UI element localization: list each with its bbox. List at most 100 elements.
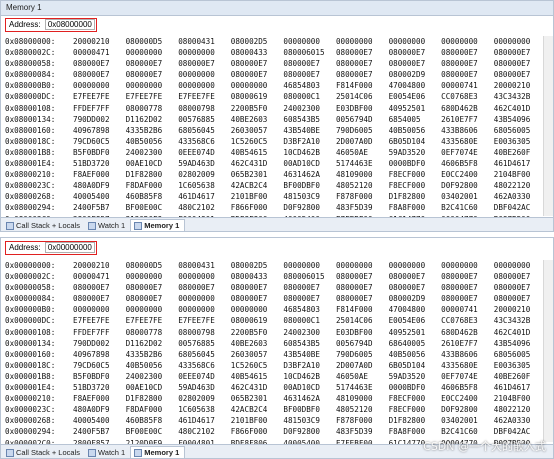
memory-word[interactable]: E03DBF00	[336, 327, 389, 338]
memory-word[interactable]: 00000000	[126, 47, 179, 58]
memory-word[interactable]: 080000E7	[441, 282, 494, 293]
memory-word[interactable]: 46050AE	[336, 371, 389, 382]
memory-word[interactable]: 2200B5F0	[231, 103, 284, 114]
memory-word[interactable]: 43C3432B	[494, 91, 547, 102]
memory-word[interactable]: 080000E7	[73, 282, 126, 293]
memory-word[interactable]: F8AEF000	[73, 169, 126, 180]
memory-word[interactable]: 40B50056	[126, 136, 179, 147]
memory-word[interactable]: 46854803	[283, 80, 336, 91]
memory-word[interactable]: 480C2102	[178, 202, 231, 213]
memory-word[interactable]: 080000E7	[336, 271, 389, 282]
memory-word[interactable]: E7FEE7FE	[126, 315, 179, 326]
memory-word[interactable]: 080000E7	[336, 293, 389, 304]
memory-word[interactable]: 51BD3720	[73, 382, 126, 393]
memory-word[interactable]: 00000000	[231, 80, 284, 91]
memory-word[interactable]: 6B05D104	[389, 136, 442, 147]
memory-word[interactable]: 25014C06	[336, 315, 389, 326]
memory-word[interactable]: 080000E7	[389, 47, 442, 58]
memory-word[interactable]: E03DBF00	[336, 103, 389, 114]
memory-word[interactable]: 080002D5	[231, 260, 284, 271]
memory-word[interactable]: 40BE260F	[494, 371, 547, 382]
memory-word[interactable]: 080000D5	[126, 260, 179, 271]
memory-word[interactable]: 42ACB2C4	[231, 404, 284, 415]
memory-word[interactable]: E7FEE7FE	[73, 315, 126, 326]
memory-word[interactable]: 608543B5	[283, 114, 336, 125]
address-input[interactable]: 0x00000000	[44, 242, 95, 253]
memory-word[interactable]: 433B8606	[441, 349, 494, 360]
memory-word[interactable]: CC0768E3	[441, 91, 494, 102]
memory-word[interactable]: 2200B5F0	[231, 327, 284, 338]
memory-word[interactable]: 4606B5F8	[441, 158, 494, 169]
memory-word[interactable]: 40005400	[73, 415, 126, 426]
memory-word[interactable]: 680D462B	[441, 327, 494, 338]
memory-word[interactable]: D1F82800	[126, 169, 179, 180]
memory-word[interactable]: B2C41C60	[441, 202, 494, 213]
memory-word[interactable]: D0F92800	[441, 404, 494, 415]
memory-word[interactable]: F8ECF000	[389, 180, 442, 191]
memory-word[interactable]: 1C605638	[178, 180, 231, 191]
memory-word[interactable]: 462A0330	[494, 415, 547, 426]
memory-word[interactable]: E7FEE7FE	[73, 91, 126, 102]
memory-word[interactable]: 68056045	[178, 125, 231, 136]
memory-word[interactable]: D1F82800	[389, 415, 442, 426]
memory-word[interactable]: 065B2301	[231, 393, 284, 404]
memory-word[interactable]: BF00E00C	[126, 426, 179, 437]
memory-word[interactable]: F8AEF000	[73, 393, 126, 404]
memory-word[interactable]: 00000000	[389, 36, 442, 47]
memory-word[interactable]: 080000E7	[283, 282, 336, 293]
memory-word[interactable]: 080000E7	[389, 282, 442, 293]
memory-word[interactable]: 065B2301	[231, 169, 284, 180]
memory-word[interactable]: F878F000	[336, 415, 389, 426]
memory-word[interactable]: 79CD60C5	[73, 136, 126, 147]
memory-word[interactable]: 00000000	[494, 36, 547, 47]
memory-word[interactable]: 03402001	[441, 191, 494, 202]
memory-word[interactable]: 48052120	[336, 404, 389, 415]
memory-word[interactable]: 460B85F8	[126, 415, 179, 426]
memory-word[interactable]: 24002300	[126, 371, 179, 382]
memory-word[interactable]: CC0768E3	[441, 315, 494, 326]
memory-word[interactable]: 480A0DF9	[73, 404, 126, 415]
memory-word[interactable]: 480A0DF9	[73, 180, 126, 191]
tab-memory[interactable]: Memory 1	[130, 219, 186, 231]
memory-word[interactable]: 080000E7	[231, 58, 284, 69]
memory-word[interactable]: 080000E7	[494, 293, 547, 304]
memory-word[interactable]: 680D462B	[441, 103, 494, 114]
memory-word[interactable]: 40967898	[73, 125, 126, 136]
memory-word[interactable]: 2610E7F7	[441, 338, 494, 349]
memory-word[interactable]: D3BF2A10	[283, 136, 336, 147]
memory-word[interactable]: 20000210	[73, 36, 126, 47]
memory-word[interactable]: 080000E7	[336, 69, 389, 80]
memory-word[interactable]: D1162D02	[126, 114, 179, 125]
memory-word[interactable]: 5174463E	[336, 382, 389, 393]
memory-word[interactable]: 42ACB2C4	[231, 180, 284, 191]
memory-word[interactable]: 080002D9	[389, 293, 442, 304]
address-input[interactable]: 0x08000000	[44, 19, 95, 30]
memory-word[interactable]: F814F000	[336, 304, 389, 315]
memory-word[interactable]: 080000E7	[494, 47, 547, 58]
memory-word[interactable]: FFDEF7FF	[73, 103, 126, 114]
memory-word[interactable]: 59AD463D	[178, 158, 231, 169]
memory-word[interactable]: 080000E7	[178, 282, 231, 293]
memory-word[interactable]: 2104BF00	[494, 169, 547, 180]
memory-word[interactable]: 2101BF00	[231, 415, 284, 426]
memory-word[interactable]: 10CD462B	[283, 147, 336, 158]
memory-word[interactable]: 48022120	[494, 180, 547, 191]
memory-word[interactable]: 08000778	[126, 327, 179, 338]
memory-word[interactable]: 40952501	[389, 103, 442, 114]
memory-word[interactable]: 1C605638	[178, 404, 231, 415]
memory-word[interactable]: D1F82800	[389, 191, 442, 202]
memory-word[interactable]: F866F000	[231, 426, 284, 437]
memory-word[interactable]: BF00E00C	[126, 202, 179, 213]
memory-word[interactable]: 25014C06	[336, 91, 389, 102]
memory-word[interactable]: 433568C6	[178, 360, 231, 371]
memory-word[interactable]: D0F92800	[283, 202, 336, 213]
memory-word[interactable]: 2610E7F7	[441, 114, 494, 125]
memory-word[interactable]: 461D4617	[494, 382, 547, 393]
memory-word[interactable]: 080000E7	[231, 282, 284, 293]
memory-word[interactable]: 20000210	[494, 80, 547, 91]
memory-word[interactable]: F8A8F000	[389, 426, 442, 437]
memory-word[interactable]: 6854005	[389, 114, 442, 125]
tab-call-stack[interactable]: Call Stack + Locals	[3, 447, 85, 458]
memory-word[interactable]: 24002300	[283, 327, 336, 338]
memory-word[interactable]: 59AD3520	[389, 371, 442, 382]
